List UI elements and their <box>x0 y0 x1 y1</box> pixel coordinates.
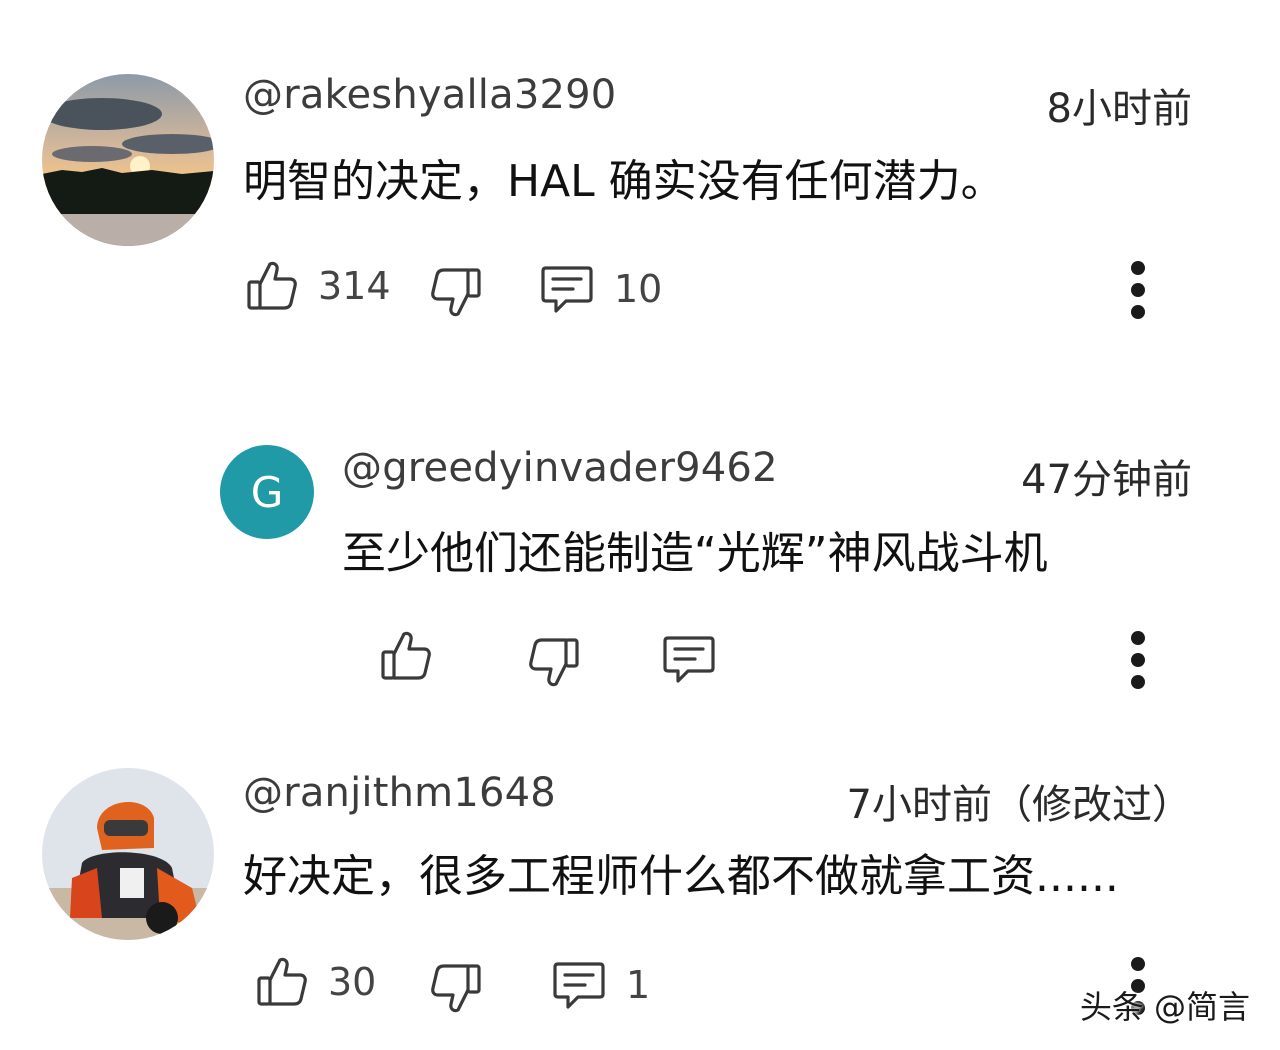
watermark: 头条 @简言 <box>1079 988 1250 1026</box>
thumbs-up-icon <box>256 954 308 1010</box>
comment-icon <box>662 632 716 686</box>
comment-timestamp: 7小时前（修改过） <box>846 782 1192 828</box>
reply-button[interactable] <box>662 632 716 686</box>
reply-button[interactable]: 1 <box>552 958 650 1012</box>
more-vertical-icon <box>1131 631 1145 689</box>
comment-username[interactable]: @ranjithm1648 <box>243 770 556 816</box>
thumbs-down-icon <box>430 264 482 320</box>
reply-count: 1 <box>626 963 651 1007</box>
comment-timestamp: 47分钟前 <box>1021 457 1192 503</box>
thumbs-down-icon <box>528 634 580 690</box>
dislike-button[interactable] <box>430 960 482 1016</box>
avatar[interactable] <box>42 768 214 940</box>
avatar[interactable]: G <box>220 445 314 539</box>
comment-text: 明智的决定，HAL 确实没有任何潜力。 <box>243 156 1005 207</box>
reply-count: 10 <box>614 267 663 311</box>
comment-icon <box>540 262 594 316</box>
motocross-rider-photo-icon <box>42 768 214 940</box>
like-count: 314 <box>318 264 391 308</box>
comment-text: 好决定，很多工程师什么都不做就拿工资...... <box>243 851 1119 902</box>
thumbs-down-icon <box>430 960 482 1016</box>
comment-username[interactable]: @greedyinvader9462 <box>342 445 778 491</box>
reply-button[interactable]: 10 <box>540 262 662 316</box>
comment-text: 至少他们还能制造“光辉”神风战斗机 <box>342 528 1048 579</box>
avatar[interactable] <box>42 74 214 246</box>
sunset-photo-icon <box>42 74 214 246</box>
like-count: 30 <box>328 960 377 1004</box>
more-vertical-icon <box>1131 261 1145 319</box>
comment-username[interactable]: @rakeshyalla3290 <box>243 72 616 118</box>
comment-timestamp: 8小时前 <box>1046 86 1192 132</box>
comment-icon <box>552 958 606 1012</box>
thumbs-up-icon <box>380 628 432 684</box>
thumbs-up-icon <box>246 258 298 314</box>
dislike-button[interactable] <box>430 264 482 320</box>
dislike-button[interactable] <box>528 634 580 690</box>
like-button[interactable] <box>380 628 432 684</box>
like-button[interactable]: 30 <box>256 954 376 1010</box>
avatar-letter: G <box>250 467 284 517</box>
more-options-button[interactable] <box>1123 258 1153 322</box>
like-button[interactable]: 314 <box>246 258 391 314</box>
more-options-button[interactable] <box>1123 628 1153 692</box>
